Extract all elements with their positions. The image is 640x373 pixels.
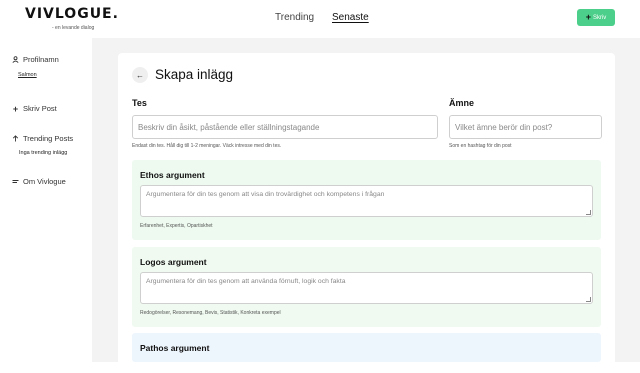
logos-section: Logos argument Argumentera för din tes g…: [132, 247, 601, 327]
sidebar-item-label: Profilnamn: [23, 55, 59, 64]
amne-hint: Som en hashtag för din post: [449, 143, 512, 149]
profile-username[interactable]: Salmon: [18, 72, 37, 78]
page-title: Skapa inlägg: [155, 67, 234, 82]
sidebar-item-trending[interactable]: Trending Posts: [12, 134, 73, 143]
sidebar-item-label: Skriv Post: [23, 104, 57, 113]
write-button[interactable]: + Skriv: [577, 9, 615, 26]
trending-empty-text: Inga trending inlägg: [19, 150, 68, 156]
resize-handle-icon[interactable]: [586, 210, 591, 215]
tes-label: Tes: [132, 98, 147, 108]
nav-senaste[interactable]: Senaste: [332, 12, 369, 23]
pathos-section: Pathos argument: [132, 333, 601, 362]
logos-hint: Redogörelser, Resonemang, Bevis, Statist…: [140, 310, 281, 316]
ethos-title: Ethos argument: [140, 170, 205, 180]
sidebar-item-label: Trending Posts: [23, 134, 74, 143]
ethos-hint: Erfarenhet, Expertis, Opartiskhet: [140, 223, 213, 229]
amne-placeholder: Vilket ämne berör din post?: [455, 122, 553, 132]
sidebar: Profilnamn Salmon + Skriv Post Trending …: [0, 38, 92, 362]
plus-icon: +: [12, 103, 19, 114]
ethos-placeholder: Argumentera för din tes genom att visa d…: [146, 191, 385, 198]
logos-textarea[interactable]: Argumentera för din tes genom att använd…: [140, 272, 593, 304]
user-icon: [12, 56, 19, 63]
sidebar-item-about[interactable]: Om Vivlogue: [12, 177, 66, 186]
sidebar-item-label: Om Vivlogue: [23, 177, 66, 186]
menu-lines-icon: [12, 178, 19, 185]
tes-input[interactable]: Beskriv din åsikt, påstående eller ställ…: [132, 115, 438, 139]
tes-hint: Endast din tes. Håll dig till 1-2 mening…: [132, 143, 282, 149]
ethos-section: Ethos argument Argumentera för din tes g…: [132, 160, 601, 240]
write-button-label: Skriv: [592, 14, 607, 21]
top-bar: VIVLOGUE. - en levande dialog Trending S…: [0, 0, 640, 38]
arrow-up-icon: [12, 135, 19, 142]
arrow-left-icon: ←: [136, 70, 144, 80]
amne-input[interactable]: Vilket ämne berör din post?: [449, 115, 602, 139]
plus-icon: +: [585, 12, 591, 22]
sidebar-item-profile[interactable]: Profilnamn: [12, 55, 59, 64]
back-button[interactable]: ←: [132, 67, 148, 83]
tes-placeholder: Beskriv din åsikt, påstående eller ställ…: [138, 122, 320, 132]
tagline: - en levande dialog: [52, 25, 95, 31]
resize-handle-icon[interactable]: [586, 297, 591, 302]
pathos-title: Pathos argument: [140, 343, 210, 353]
logos-placeholder: Argumentera för din tes genom att använd…: [146, 278, 346, 285]
logos-title: Logos argument: [140, 257, 207, 267]
nav-trending[interactable]: Trending: [275, 12, 314, 23]
sidebar-item-write-post[interactable]: + Skriv Post: [12, 103, 57, 114]
logo[interactable]: VIVLOGUE.: [25, 6, 119, 22]
amne-label: Ämne: [449, 98, 475, 108]
ethos-textarea[interactable]: Argumentera för din tes genom att visa d…: [140, 185, 593, 217]
